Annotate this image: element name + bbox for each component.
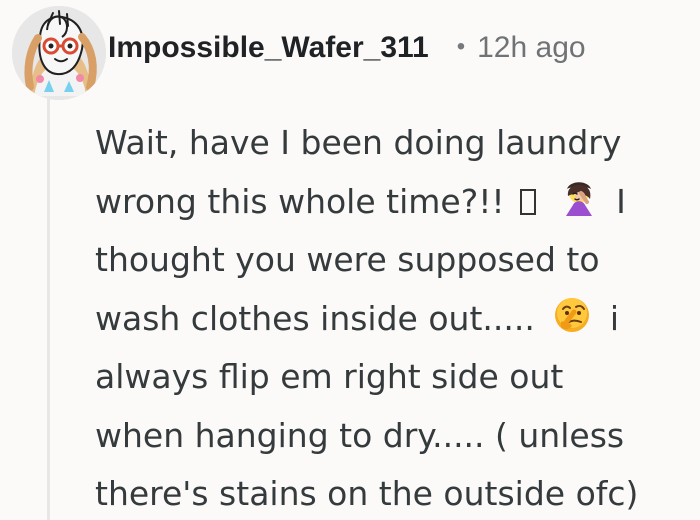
comment-line: when hanging to dry..... ( unless — [95, 407, 685, 466]
comment-text: i — [609, 298, 619, 338]
comment-header: Impossible_Wafer_311 • 12h ago — [108, 24, 586, 72]
comment-text: wash clothes inside out..... — [95, 298, 535, 338]
woman-facepalming-icon — [559, 178, 599, 218]
comment-text: always flip em right side out — [95, 357, 564, 396]
comment-text: wrong this whole time?!! — [95, 181, 505, 221]
comment-text: thought you were supposed to — [95, 240, 600, 279]
metadata-separator: • — [456, 33, 466, 60]
comment-timestamp[interactable]: 12h ago — [477, 31, 585, 65]
comment-line: thought you were supposed to — [95, 231, 685, 290]
user-avatar[interactable] — [12, 6, 106, 100]
username-link[interactable]: Impossible_Wafer_311 — [108, 31, 429, 65]
avatar-illustration-icon — [12, 6, 106, 100]
comment-line: there's stains on the outside ofc) — [95, 465, 685, 520]
comment-line: always flip em right side out — [95, 348, 685, 407]
thread-line[interactable] — [47, 98, 50, 520]
thinking-face-icon — [552, 295, 592, 335]
comment-card: Impossible_Wafer_311 • 12h ago Wait, hav… — [0, 0, 700, 520]
comment-text: when hanging to dry..... ( unless — [95, 415, 625, 455]
comment-line: wrong this whole time?!! I — [95, 173, 685, 232]
comment-text: there's stains on the outside ofc) — [95, 474, 639, 513]
comment-text: Wait, have I been doing laundry — [95, 123, 622, 162]
comment-line: wash clothes inside out..... i — [95, 290, 685, 349]
missing-glyph-icon — [520, 188, 537, 215]
comment-line: Wait, have I been doing laundry — [95, 114, 685, 173]
comment-text: I — [616, 181, 626, 221]
comment-body: Wait, have I been doing laundry wrong th… — [95, 114, 685, 520]
